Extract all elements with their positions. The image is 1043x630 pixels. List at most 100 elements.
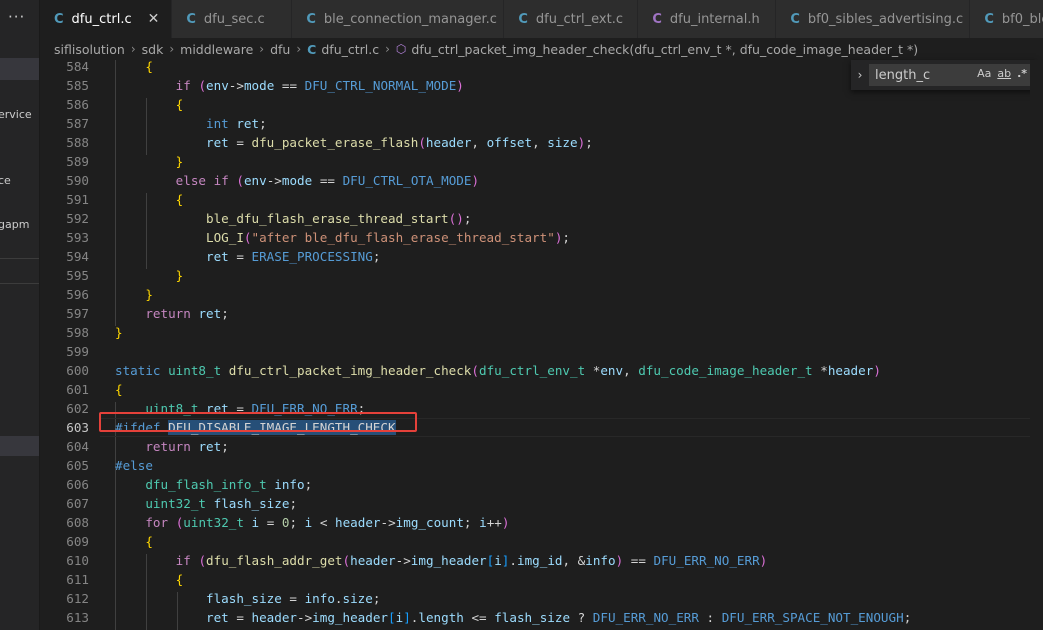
code-line[interactable]: 608 for (uint32_t i = 0; i < header->img… xyxy=(40,513,1043,532)
line-number: 596 xyxy=(66,287,89,302)
tab-ble-connection-manager-c[interactable]: C ble_connection_manager.c xyxy=(292,0,505,38)
sidebar-item-ce[interactable]: ce xyxy=(0,174,11,187)
breadcrumb-item[interactable]: dfu xyxy=(270,42,290,57)
line-number: 588 xyxy=(66,135,89,150)
code-text[interactable]: } xyxy=(115,266,184,285)
c-file-icon: C xyxy=(984,11,994,27)
code-line[interactable]: 596 } xyxy=(40,285,1043,304)
code-text[interactable]: return ret; xyxy=(115,437,228,456)
line-number: 591 xyxy=(66,192,89,207)
chevron-right-icon: › xyxy=(385,42,390,56)
tab-dfu-ctrl-ext-c[interactable]: C dfu_ctrl_ext.c xyxy=(504,0,639,38)
code-line[interactable]: 599 xyxy=(40,342,1043,361)
breadcrumb-item[interactable]: siflisolution xyxy=(54,42,125,57)
code-line[interactable]: 613 ret = header->img_header[i].length <… xyxy=(40,608,1043,627)
sidebar-item-gapm[interactable]: gapm xyxy=(0,218,29,231)
line-number: 610 xyxy=(66,553,89,568)
line-number: 607 xyxy=(66,496,89,511)
toggle-replace-icon[interactable]: › xyxy=(851,68,869,82)
line-number: 589 xyxy=(66,154,89,169)
tab-bf0-ble-c[interactable]: C bf0_ble_c xyxy=(970,0,1043,38)
code-line[interactable]: 597 return ret; xyxy=(40,304,1043,323)
code-line[interactable]: 611 { xyxy=(40,570,1043,589)
code-text[interactable]: LOG_I("after ble_dfu_flash_erase_thread_… xyxy=(115,228,570,247)
code-line[interactable]: 594 ret = ERASE_PROCESSING; xyxy=(40,247,1043,266)
c-file-icon: C xyxy=(186,11,196,27)
chevron-right-icon: › xyxy=(296,42,302,56)
code-line[interactable]: 590 else if (env->mode == DFU_CTRL_OTA_M… xyxy=(40,171,1043,190)
code-line[interactable]: 592 ble_dfu_flash_erase_thread_start(); xyxy=(40,209,1043,228)
tab-dfu-ctrl-c[interactable]: C dfu_ctrl.c ✕ xyxy=(40,0,173,38)
code-line[interactable]: 586 { xyxy=(40,95,1043,114)
tab-dfu-internal-h[interactable]: C dfu_internal.h xyxy=(638,0,777,38)
breadcrumb-item[interactable]: middleware xyxy=(180,42,253,57)
code-line[interactable]: 609 { xyxy=(40,532,1043,551)
code-line[interactable]: 607 uint32_t flash_size; xyxy=(40,494,1043,513)
find-widget: › length_c Aa ab .* xyxy=(851,60,1036,90)
code-text[interactable]: } xyxy=(115,285,153,304)
code-text[interactable]: } xyxy=(115,152,184,171)
tab-bf0-sibles-advertising-c[interactable]: C bf0_sibles_advertising.c xyxy=(776,0,971,38)
code-text[interactable]: else if (env->mode == DFU_CTRL_OTA_MODE) xyxy=(115,171,479,190)
sidebar-item-service[interactable]: ervice xyxy=(0,108,32,121)
code-text[interactable]: if (dfu_flash_addr_get(header->img_heade… xyxy=(115,551,768,570)
code-line[interactable]: 598} xyxy=(40,323,1043,342)
close-icon[interactable]: ✕ xyxy=(148,11,160,27)
sidebar-divider xyxy=(0,283,39,284)
code-line[interactable]: 605 #else xyxy=(40,456,1043,475)
find-input[interactable]: length_c Aa ab .* xyxy=(869,64,1031,86)
breadcrumb-item[interactable]: dfu_ctrl.c xyxy=(321,42,379,57)
tab-label: dfu_ctrl.c xyxy=(71,11,132,27)
code-text[interactable]: uint32_t flash_size; xyxy=(115,494,297,513)
code-text[interactable]: if (env->mode == DFU_CTRL_NORMAL_MODE) xyxy=(115,76,464,95)
tab-dfu-sec-c[interactable]: C dfu_sec.c xyxy=(172,0,293,38)
code-line[interactable]: 604 return ret; xyxy=(40,437,1043,456)
vertical-scrollbar[interactable] xyxy=(1030,60,1043,630)
code-line[interactable]: 591 { xyxy=(40,190,1043,209)
line-number: 603 xyxy=(66,420,89,435)
code-text[interactable]: dfu_flash_info_t info; xyxy=(115,475,312,494)
code-text[interactable]: for (uint32_t i = 0; i < header->img_cou… xyxy=(115,513,509,532)
sidebar-selected-row[interactable] xyxy=(0,436,39,456)
line-number: 585 xyxy=(66,78,89,93)
code-text[interactable]: return ret; xyxy=(115,304,228,323)
code-text[interactable]: ret = ERASE_PROCESSING; xyxy=(115,247,380,266)
whole-word-icon[interactable]: ab xyxy=(997,67,1011,80)
code-line[interactable]: 588 ret = dfu_packet_erase_flash(header,… xyxy=(40,133,1043,152)
code-text[interactable]: ret = dfu_packet_erase_flash(header, off… xyxy=(115,133,593,152)
breadcrumb-item[interactable]: sdk xyxy=(142,42,164,57)
match-case-icon[interactable]: Aa xyxy=(977,67,991,80)
more-actions-icon[interactable]: ··· xyxy=(8,8,25,26)
line-number: 599 xyxy=(66,344,89,359)
code-editor[interactable]: 584 {585 if (env->mode == DFU_CTRL_NORMA… xyxy=(40,60,1043,630)
code-line[interactable]: 593 LOG_I("after ble_dfu_flash_erase_thr… xyxy=(40,228,1043,247)
code-line[interactable]: 610 if (dfu_flash_addr_get(header->img_h… xyxy=(40,551,1043,570)
code-line[interactable]: 589 } xyxy=(40,152,1043,171)
line-number: 595 xyxy=(66,268,89,283)
c-file-icon: C xyxy=(306,11,316,27)
code-line[interactable]: 600 static uint8_t dfu_ctrl_packet_img_he… xyxy=(40,361,1043,380)
code-text[interactable]: { xyxy=(115,190,184,209)
breadcrumb-item[interactable]: dfu_ctrl_packet_img_header_check(dfu_ctr… xyxy=(411,42,918,57)
regex-icon[interactable]: .* xyxy=(1017,67,1027,80)
code-line[interactable]: 587 int ret; xyxy=(40,114,1043,133)
code-text[interactable]: { xyxy=(115,570,184,589)
c-file-icon: C xyxy=(518,11,528,27)
code-line[interactable]: 595 } xyxy=(40,266,1043,285)
code-text[interactable]: { xyxy=(115,95,184,114)
code-text[interactable]: { xyxy=(115,60,153,76)
code-text[interactable]: ble_dfu_flash_erase_thread_start(); xyxy=(115,209,471,228)
code-line[interactable]: 612 flash_size = info.size; xyxy=(40,589,1043,608)
code-line[interactable]: 601 { xyxy=(40,380,1043,399)
code-text[interactable]: flash_size = info.size; xyxy=(115,589,380,608)
tab-label: bf0_sibles_advertising.c xyxy=(807,11,964,27)
code-text[interactable]: ret = header->img_header[i].length <= fl… xyxy=(115,608,911,627)
code-text[interactable]: #else xyxy=(115,456,153,475)
code-text[interactable]: int ret; xyxy=(115,114,267,133)
code-text[interactable]: { xyxy=(115,380,123,399)
sidebar-selected-row[interactable] xyxy=(0,58,39,80)
code-text[interactable]: static uint8_t dfu_ctrl_packet_img_heade… xyxy=(115,361,881,380)
code-text[interactable]: { xyxy=(115,532,153,551)
code-text[interactable]: } xyxy=(115,323,123,342)
code-line[interactable]: 606 dfu_flash_info_t info; xyxy=(40,475,1043,494)
